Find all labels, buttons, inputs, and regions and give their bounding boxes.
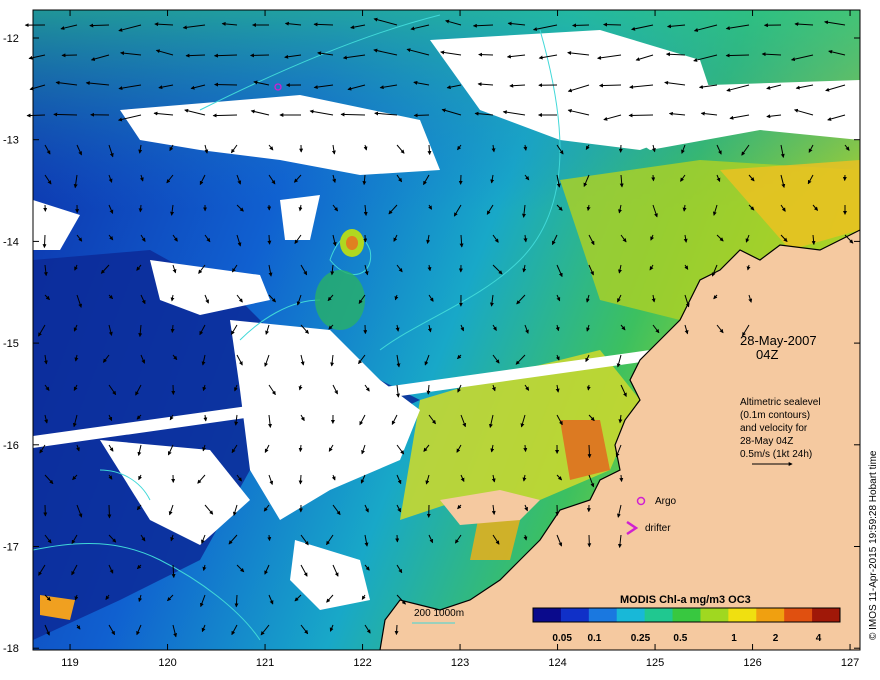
velocity-arrow <box>214 82 238 87</box>
colorbar-swatch <box>728 608 757 622</box>
y-tick-label: -14 <box>3 236 19 248</box>
velocity-arrow <box>725 53 750 58</box>
y-tick-label: -15 <box>3 338 19 350</box>
velocity-arrow <box>26 113 46 118</box>
colorbar-swatch <box>756 608 785 622</box>
velocity-arrow <box>413 113 430 118</box>
velocity-arrow <box>478 52 494 57</box>
y-tick-label: -12 <box>3 33 19 45</box>
velocity-arrow <box>170 324 175 333</box>
colorbar-swatch <box>616 608 646 622</box>
map-date: 28-May-2007 <box>740 333 817 348</box>
colorbar-tick-label: 0.25 <box>631 633 651 644</box>
info-line: 28-May 04Z <box>740 436 793 447</box>
x-tick-label: 119 <box>61 657 79 669</box>
colorbar-tick-label: 2 <box>773 633 779 644</box>
y-tick-label: -17 <box>3 542 19 554</box>
isobath-label: 200 1000m <box>414 608 464 619</box>
map-frame: 119 120 121 122 123 124 125 126 127 -12-13-14-15… <box>3 9 879 669</box>
colorbar-tick-label: 0.1 <box>587 633 601 644</box>
colorbar-swatch <box>700 608 729 622</box>
velocity-arrow <box>598 83 622 88</box>
y-tick-label: -18 <box>3 643 19 655</box>
drifter-label: drifter <box>645 523 671 534</box>
info-line: and velocity for <box>740 423 808 434</box>
velocity-arrow <box>249 53 270 58</box>
velocity-arrow <box>394 624 399 636</box>
velocity-arrow <box>267 534 272 542</box>
info-line: 0.5m/s (1kt 24h) <box>740 449 812 460</box>
velocity-arrow <box>89 23 110 28</box>
x-tick-label: 122 <box>353 657 371 669</box>
velocity-arrow <box>651 174 656 182</box>
x-tick-label: 126 <box>743 657 761 669</box>
x-tick-label: 124 <box>548 657 566 669</box>
velocity-arrow <box>628 113 654 118</box>
colorbar-swatch <box>644 608 674 622</box>
velocity-arrow <box>212 113 238 118</box>
velocity-arrow <box>107 504 112 519</box>
y-tick-label: -13 <box>3 135 19 147</box>
velocity-arrow <box>587 444 592 459</box>
velocity-arrow <box>234 594 239 608</box>
credit-text: © IMOS 11-Apr-2015 19:59:28 Hobart time <box>868 450 879 640</box>
colorbar-swatch <box>812 608 841 622</box>
velocity-arrow <box>586 384 591 391</box>
velocity-arrow <box>603 22 622 27</box>
velocity-arrow <box>298 474 303 485</box>
velocity-arrow <box>298 444 303 453</box>
colorbar-title: MODIS Chl-a mg/m3 OC3 <box>620 594 751 606</box>
colorbar-swatch <box>672 608 701 622</box>
x-tick-label: 127 <box>841 657 859 669</box>
colorbar-tick-label: 4 <box>816 633 822 644</box>
argo-label: Argo <box>655 496 677 507</box>
colorbar-tick-label: 1 <box>731 633 737 644</box>
colorbar-swatch <box>533 608 562 622</box>
velocity-arrow <box>42 234 47 249</box>
colorbar-tick-label: 0.05 <box>552 633 572 644</box>
plot-area <box>32 10 861 651</box>
velocity-arrow <box>313 22 334 27</box>
velocity-arrow <box>619 474 624 483</box>
colorbar-swatches <box>532 607 841 623</box>
velocity-arrow <box>53 112 78 117</box>
x-tick-label: 121 <box>256 657 274 669</box>
colorbar-swatch <box>560 608 590 622</box>
y-tick-label: -16 <box>3 440 19 452</box>
map-time: 04Z <box>756 347 778 362</box>
colorbar-tick-label: 0.5 <box>673 633 687 644</box>
velocity-arrow <box>572 23 590 28</box>
velocity-arrow <box>523 444 528 453</box>
velocity-arrow <box>185 53 206 58</box>
info-line: (0.1m contours) <box>740 410 810 421</box>
velocity-arrow <box>340 112 366 117</box>
x-tick-label: 120 <box>158 657 176 669</box>
velocity-arrow <box>267 234 272 245</box>
x-tick-label: 123 <box>451 657 469 669</box>
velocity-arrow <box>427 144 432 156</box>
colorbar-swatch <box>588 608 618 622</box>
x-tick-label: 125 <box>646 657 664 669</box>
colorbar-swatch <box>784 608 813 622</box>
velocity-arrow <box>138 204 143 213</box>
info-line: Altimetric sealevel <box>740 397 821 408</box>
